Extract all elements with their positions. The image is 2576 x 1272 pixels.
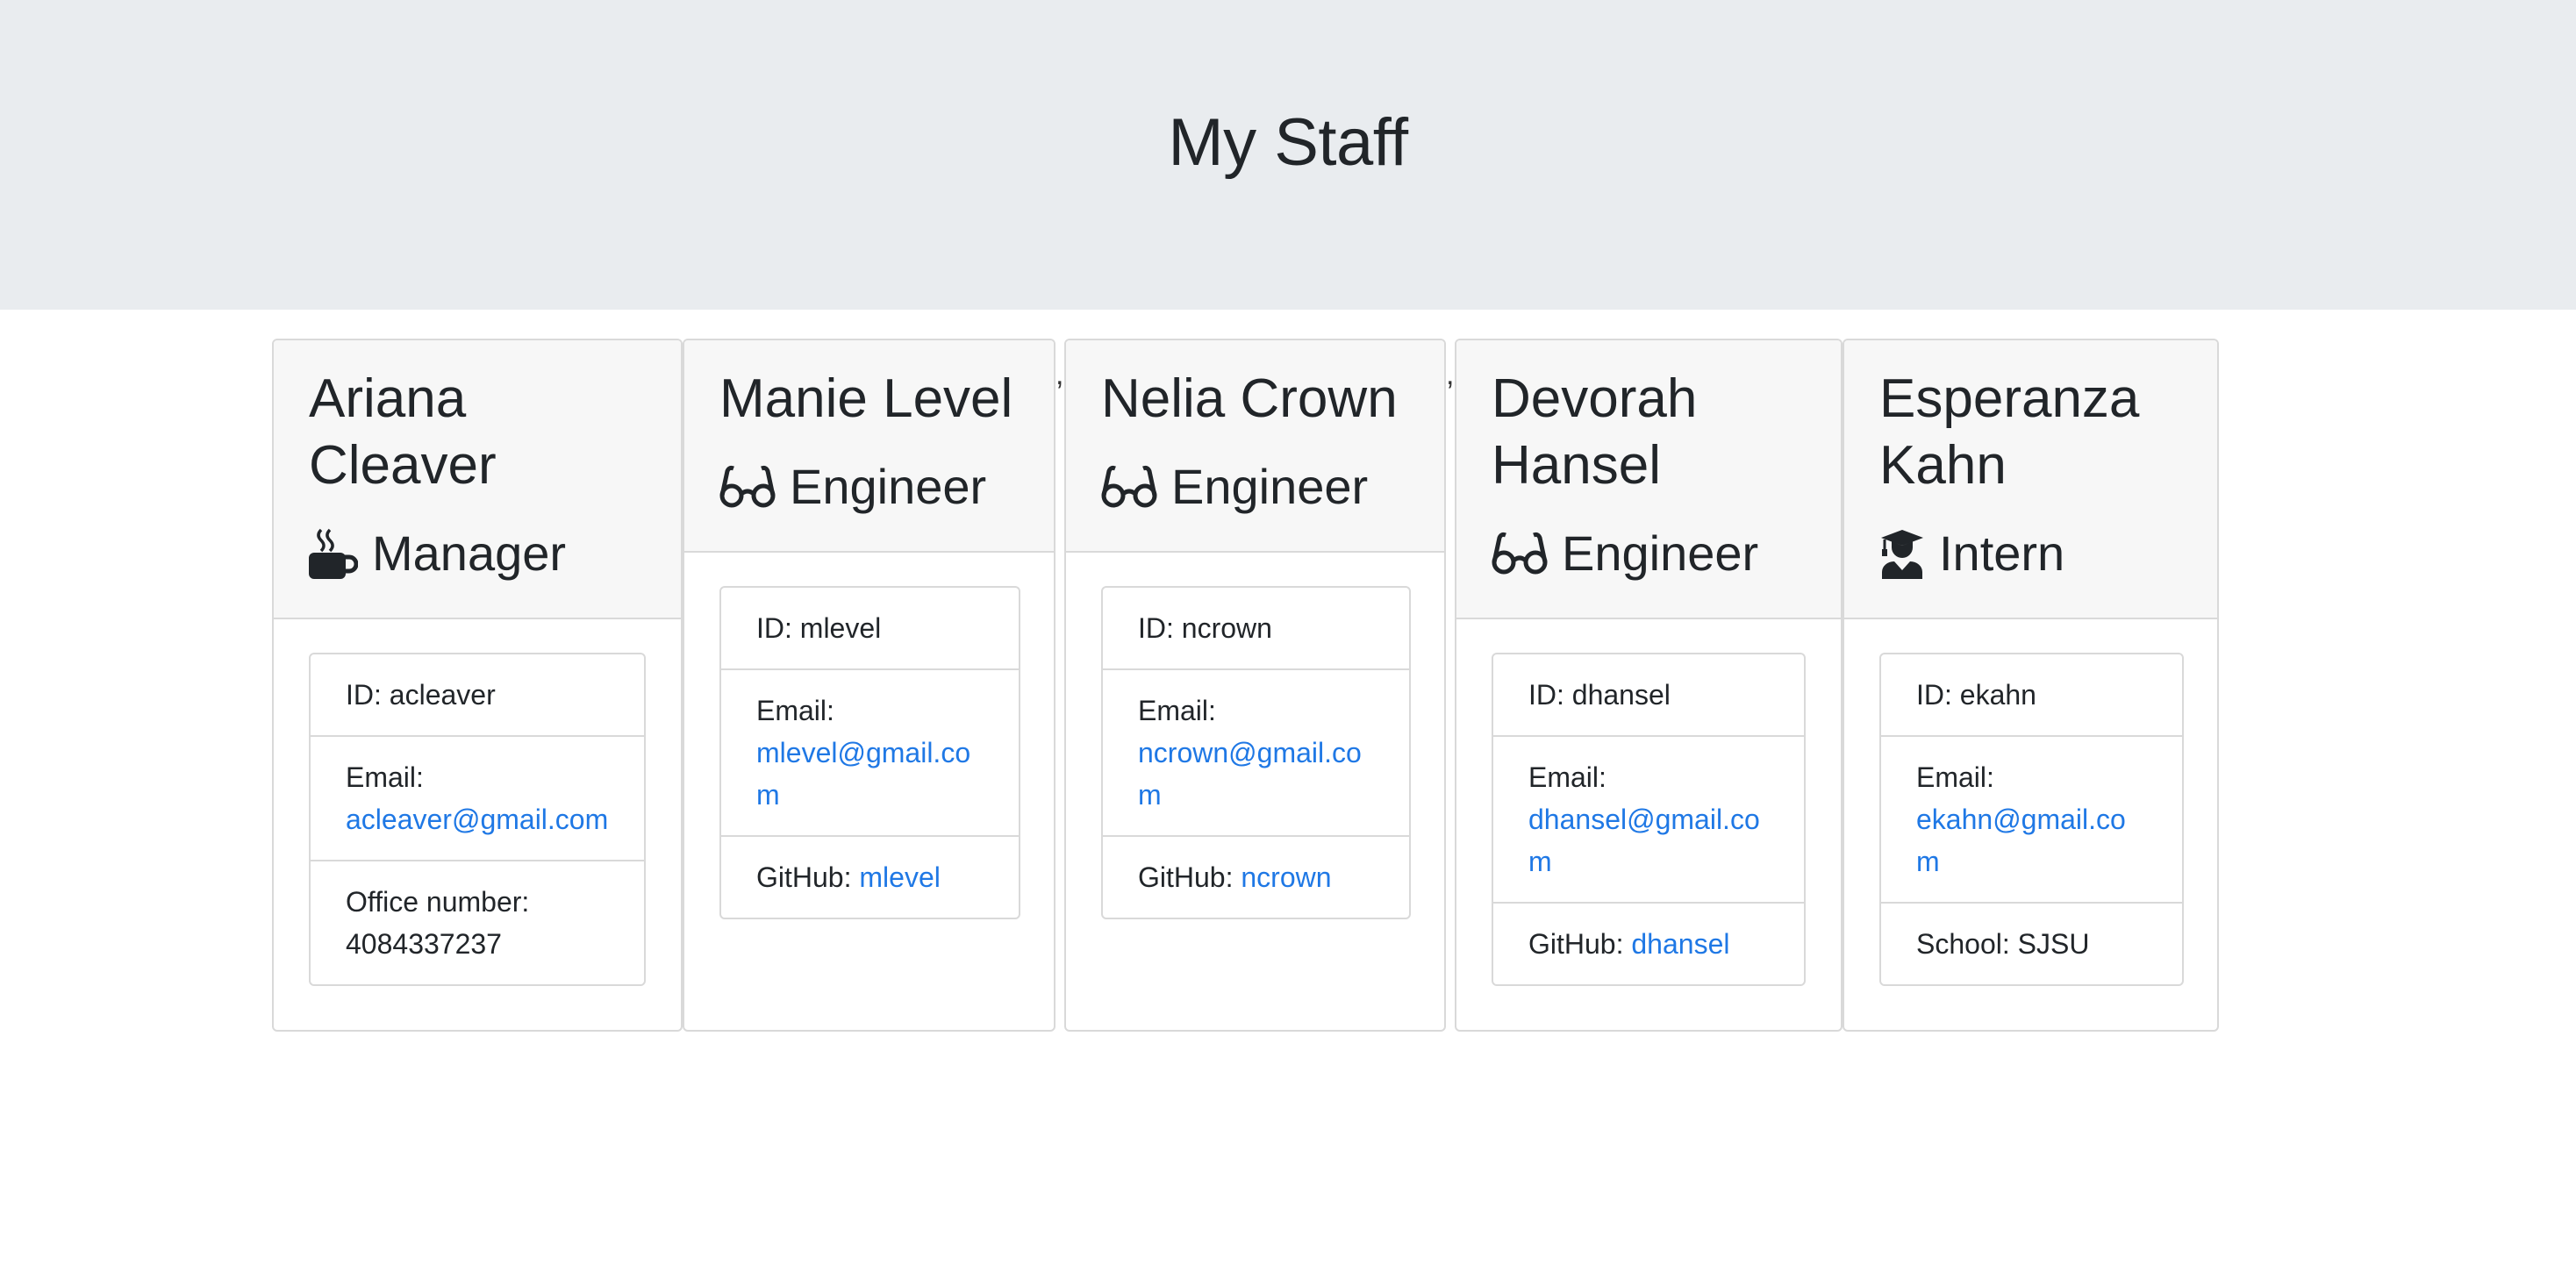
office-number: 4084337237 — [346, 928, 502, 960]
email-link[interactable]: dhansel@gmail.com — [1528, 804, 1760, 877]
github-label: GitHub: — [1138, 861, 1234, 893]
role-row: Engineer — [1492, 520, 1758, 587]
email-label: Email: — [1528, 761, 1606, 793]
email-label: Email: — [346, 761, 424, 793]
employee-name: Ariana Cleaver — [309, 368, 497, 496]
glasses-icon — [1492, 531, 1562, 576]
details-list: ID: mlevel Email: mlevel@gmail.com GitHu… — [719, 586, 1020, 919]
employee-card: Nelia Crown Engineer ID: ncrown Email: n… — [1064, 339, 1446, 1032]
role-row: Manager — [309, 520, 566, 587]
employee-role: Manager — [372, 525, 567, 581]
github-item: GitHub: mlevel — [721, 835, 1019, 918]
school-item: School: SJSU — [1881, 902, 2182, 984]
employee-role: Engineer — [1562, 525, 1759, 581]
email-label: Email: — [1138, 695, 1216, 726]
employee-card: Esperanza Kahn Intern ID: ekahn Email: e… — [1843, 339, 2219, 1032]
office-item: Office number: 4084337237 — [311, 860, 644, 984]
id-item: ID: acleaver — [346, 679, 496, 711]
employee-role: Engineer — [790, 459, 987, 514]
email-item: Email: mlevel@gmail.com — [721, 668, 1019, 835]
details-list: ID: ncrown Email: ncrown@gmail.com GitHu… — [1101, 586, 1411, 919]
email-item: Email: acleaver@gmail.com — [311, 735, 644, 860]
card-header: Manie Level Engineer — [684, 340, 1054, 553]
github-label: GitHub: — [1528, 928, 1624, 960]
github-label: GitHub: — [756, 861, 852, 893]
details-list: ID: dhansel Email: dhansel@gmail.com Git… — [1492, 653, 1806, 986]
role-row: Intern — [1879, 520, 2064, 587]
id-item: ID: dhansel — [1528, 679, 1671, 711]
card-header: Nelia Crown Engineer — [1066, 340, 1444, 553]
github-link[interactable]: dhansel — [1631, 928, 1729, 960]
card-header: Esperanza Kahn Intern — [1844, 340, 2217, 619]
id-item: ID: ncrown — [1138, 612, 1272, 644]
separator-mark: , — [1055, 358, 1064, 391]
email-link[interactable]: mlevel@gmail.com — [756, 737, 970, 811]
employee-name: Devorah Hansel — [1492, 368, 1698, 496]
details-list: ID: acleaver Email: acleaver@gmail.com O… — [309, 653, 646, 986]
separator-mark: , — [1446, 358, 1455, 391]
glasses-icon — [719, 464, 790, 510]
email-item: Email: ekahn@gmail.com — [1881, 735, 2182, 902]
role-row: Engineer — [719, 454, 986, 520]
email-link[interactable]: acleaver@gmail.com — [346, 804, 608, 835]
employee-card: Devorah Hansel Engineer ID: dhansel Emai… — [1455, 339, 1843, 1032]
graduation-cap-icon — [1879, 528, 1939, 579]
role-row: Engineer — [1101, 454, 1368, 520]
email-link[interactable]: ncrown@gmail.com — [1138, 737, 1362, 811]
github-link[interactable]: ncrown — [1241, 861, 1331, 893]
page-title: My Staff — [1168, 105, 1408, 180]
glasses-icon — [1101, 464, 1171, 510]
email-item: Email: ncrown@gmail.com — [1103, 668, 1409, 835]
employee-card: Ariana Cleaver Manager ID: acleaver Emai… — [272, 339, 683, 1032]
github-item: GitHub: dhansel — [1493, 902, 1804, 984]
github-link[interactable]: mlevel — [859, 861, 940, 893]
id-item: ID: mlevel — [756, 612, 882, 644]
card-header: Ariana Cleaver Manager — [274, 340, 681, 619]
github-item: GitHub: ncrown — [1103, 835, 1409, 918]
details-list: ID: ekahn Email: ekahn@gmail.com School:… — [1879, 653, 2184, 986]
employee-name: Esperanza Kahn — [1879, 368, 2140, 496]
employee-role: Engineer — [1171, 459, 1369, 514]
employee-card: Manie Level Engineer ID: mlevel Email: m… — [683, 339, 1055, 1032]
employee-role: Intern — [1939, 525, 2065, 581]
email-link[interactable]: ekahn@gmail.com — [1916, 804, 2126, 877]
employee-name: Nelia Crown — [1101, 368, 1398, 429]
office-label: Office number: — [346, 886, 530, 918]
card-header: Devorah Hansel Engineer — [1456, 340, 1841, 619]
email-label: Email: — [1916, 761, 1994, 793]
email-label: Email: — [756, 695, 834, 726]
email-item: Email: dhansel@gmail.com — [1493, 735, 1804, 902]
coffee-icon — [309, 528, 372, 579]
id-item: ID: ekahn — [1916, 679, 2036, 711]
employee-name: Manie Level — [719, 368, 1013, 429]
